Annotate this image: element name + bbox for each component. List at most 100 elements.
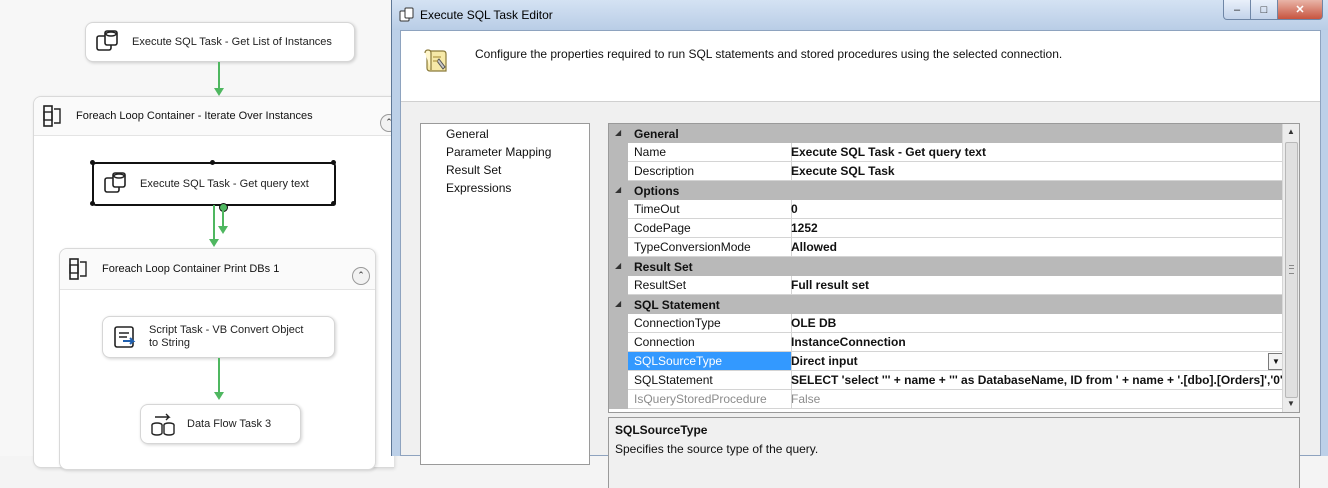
precedence-constraint[interactable]	[222, 210, 224, 226]
collapse-triangle-icon[interactable]: ◢	[615, 185, 621, 194]
precedence-constraint[interactable]	[218, 358, 220, 392]
selection-handle[interactable]	[90, 201, 95, 206]
collapse-triangle-icon[interactable]: ◢	[615, 128, 621, 137]
dialog-title: Execute SQL Task Editor	[420, 8, 553, 22]
row-margin	[609, 219, 628, 238]
title-bar[interactable]: Execute SQL Task Editor – □ ✕	[392, 0, 1328, 30]
execute-sql-task-icon	[96, 30, 118, 51]
nav-item-expressions[interactable]: Expressions	[446, 181, 511, 195]
property-name: Description	[628, 162, 792, 181]
property-value[interactable]: OLE DB	[786, 314, 1287, 333]
selection-handle[interactable]	[90, 160, 95, 165]
foreach-loop-icon	[43, 105, 61, 127]
property-grid-scrollbar[interactable]: ▲ ▼	[1282, 124, 1299, 412]
dialog-client-area: Configure the properties required to run…	[400, 30, 1321, 488]
precedence-constraint[interactable]	[213, 205, 215, 239]
nav-item-parameter-mapping[interactable]: Parameter Mapping	[446, 145, 551, 159]
close-button[interactable]: ✕	[1278, 0, 1323, 20]
property-row-codepage[interactable]: CodePage 1252	[609, 219, 1287, 238]
property-value[interactable]: Allowed	[786, 238, 1287, 257]
property-name: TimeOut	[628, 200, 792, 219]
row-margin	[609, 276, 628, 295]
property-row-timeout[interactable]: TimeOut 0	[609, 200, 1287, 219]
property-name: SQLStatement	[628, 371, 792, 390]
selection-handle[interactable]	[210, 160, 215, 165]
dropdown-selected-value: Direct input	[791, 354, 858, 368]
property-row-connection[interactable]: Connection InstanceConnection	[609, 333, 1287, 352]
scroll-thumb[interactable]	[1285, 142, 1298, 398]
selection-handle[interactable]	[331, 201, 336, 206]
property-value[interactable]: InstanceConnection	[786, 333, 1287, 352]
help-text: Specifies the source type of the query.	[615, 442, 819, 456]
property-value[interactable]: Execute SQL Task	[786, 162, 1287, 181]
property-value[interactable]: 0	[786, 200, 1287, 219]
window-controls: – □ ✕	[1223, 0, 1323, 20]
description-banner: Configure the properties required to run…	[401, 31, 1320, 102]
execute-sql-task-icon	[104, 172, 126, 193]
precedence-constraint[interactable]	[218, 62, 220, 88]
category-label: Options	[634, 184, 680, 198]
nav-item-result-set[interactable]: Result Set	[446, 163, 501, 177]
precedence-arrowhead	[214, 392, 224, 400]
category-label: SQL Statement	[634, 298, 720, 312]
property-name: CodePage	[628, 219, 792, 238]
scroll-down-icon[interactable]: ▼	[1283, 396, 1299, 412]
selection-handle[interactable]	[331, 160, 336, 165]
execute-sql-task-get-instances[interactable]: Execute SQL Task - Get List of Instances	[85, 22, 355, 62]
help-title: SQLSourceType	[615, 423, 708, 437]
row-margin	[609, 333, 628, 352]
category-label: General	[634, 127, 679, 141]
close-icon: ✕	[1295, 4, 1305, 16]
property-row-is-query-stored-procedure: IsQueryStoredProcedure False	[609, 390, 1287, 409]
control-flow-designer: Execute SQL Task - Get List of Instances…	[0, 0, 398, 470]
data-flow-task-3[interactable]: Data Flow Task 3	[140, 404, 301, 444]
property-value[interactable]: Full result set	[786, 276, 1287, 295]
property-row-description[interactable]: Description Execute SQL Task	[609, 162, 1287, 181]
maximize-button[interactable]: □	[1251, 0, 1278, 20]
minimize-icon: –	[1233, 3, 1241, 16]
category-general[interactable]: ◢ General	[609, 124, 1282, 143]
task-label: Execute SQL Task - Get query text	[140, 177, 309, 190]
scroll-editor-icon	[424, 49, 447, 72]
foreach-loop-icon	[69, 258, 87, 280]
collapse-icon[interactable]: ⌃	[352, 267, 370, 285]
script-task-convert-object[interactable]: Script Task - VB Convert Object to Strin…	[102, 316, 335, 358]
container-label: Foreach Loop Container Print DBs 1	[102, 263, 280, 275]
property-grid: ◢ General Name Execute SQL Task - Get qu…	[608, 123, 1300, 413]
property-value[interactable]: 1252	[786, 219, 1287, 238]
property-value-dropdown[interactable]: Direct input ▼	[786, 352, 1287, 371]
editor-page-list: General Parameter Mapping Result Set Exp…	[420, 123, 590, 465]
property-row-type-conversion-mode[interactable]: TypeConversionMode Allowed	[609, 238, 1287, 257]
task-label: Execute SQL Task - Get List of Instances	[132, 35, 332, 48]
nav-item-general[interactable]: General	[446, 127, 489, 141]
collapse-triangle-icon[interactable]: ◢	[615, 261, 621, 270]
collapse-triangle-icon[interactable]: ◢	[615, 299, 621, 308]
row-margin	[609, 238, 628, 257]
execute-sql-task-get-query-text[interactable]: Execute SQL Task - Get query text	[92, 162, 336, 206]
property-row-sql-source-type[interactable]: SQLSourceType Direct input ▼	[609, 352, 1287, 371]
property-value: False	[786, 390, 1287, 409]
maximize-icon: □	[1260, 3, 1268, 16]
scroll-up-icon[interactable]: ▲	[1283, 124, 1299, 140]
precedence-arrowhead	[209, 239, 219, 247]
property-value[interactable]: SELECT 'select ''' + name + ''' as Datab…	[786, 371, 1287, 390]
category-result-set[interactable]: ◢ Result Set	[609, 257, 1282, 276]
property-row-resultset[interactable]: ResultSet Full result set	[609, 276, 1287, 295]
category-sql-statement[interactable]: ◢ SQL Statement	[609, 295, 1282, 314]
task-label-line1: Script Task - VB Convert Object	[149, 324, 304, 336]
category-options[interactable]: ◢ Options	[609, 181, 1282, 200]
property-row-connection-type[interactable]: ConnectionType OLE DB	[609, 314, 1287, 333]
category-label: Result Set	[634, 260, 693, 274]
task-label-line2: to String	[149, 337, 190, 349]
property-value[interactable]: Execute SQL Task - Get query text	[786, 143, 1287, 162]
row-margin	[609, 371, 628, 390]
property-row-sql-statement[interactable]: SQLStatement SELECT 'select ''' + name +…	[609, 371, 1287, 390]
row-margin	[609, 390, 628, 409]
property-name: TypeConversionMode	[628, 238, 792, 257]
property-name: ResultSet	[628, 276, 792, 295]
precedence-arrowhead	[214, 88, 224, 96]
property-name: IsQueryStoredProcedure	[628, 390, 792, 409]
grip-icon	[1289, 265, 1294, 274]
property-row-name[interactable]: Name Execute SQL Task - Get query text	[609, 143, 1287, 162]
minimize-button[interactable]: –	[1223, 0, 1251, 20]
